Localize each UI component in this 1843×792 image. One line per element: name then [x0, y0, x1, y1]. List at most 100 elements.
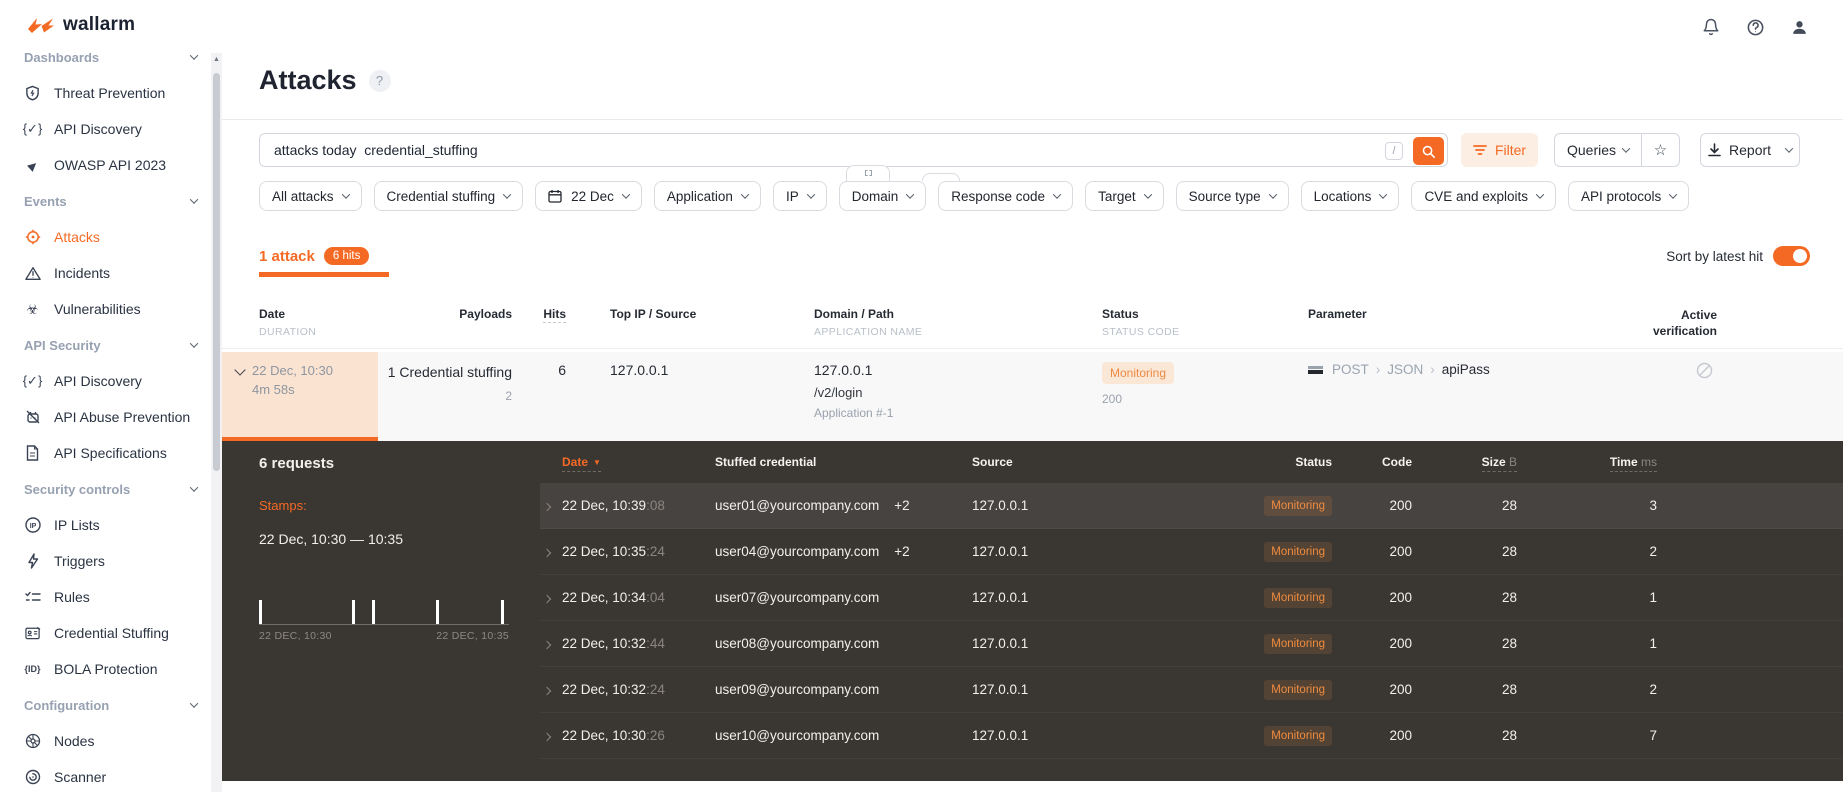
attacks-count-tab[interactable]: 1 attack 6 hits — [259, 247, 370, 265]
report-button[interactable]: Report — [1700, 133, 1801, 167]
queries-button[interactable]: Queries — [1555, 134, 1641, 166]
filter-chip-cve-and-exploits[interactable]: CVE and exploits — [1411, 181, 1556, 211]
sidebar-item-api-specifications[interactable]: API Specifications — [0, 435, 211, 471]
sidebar-item-threat-prevention[interactable]: Threat Prevention — [0, 75, 211, 111]
monitoring-status-badge: Monitoring — [1264, 495, 1332, 516]
sidebar-item-nodes[interactable]: Nodes — [0, 723, 211, 759]
page-help-icon[interactable]: ? — [368, 69, 391, 92]
chevron-down-icon — [1784, 144, 1794, 153]
sidebar-item-api-discovery[interactable]: {✓} API Discovery — [0, 111, 211, 147]
request-source: 127.0.0.1 — [972, 498, 1029, 513]
attack-status-code: 200 — [1102, 392, 1123, 406]
attack-row[interactable]: 22 Dec, 10:30 4m 58s 1 Credential stuffi… — [222, 352, 1843, 441]
request-row[interactable]: 22 Dec, 10:39:08 user01@yourcompany.com +… — [540, 483, 1843, 529]
filter-chip-response-code[interactable]: Response code — [938, 181, 1074, 211]
sidebar-item-incidents[interactable]: Incidents — [0, 255, 211, 291]
header-divider — [222, 119, 1843, 120]
attack-duration: 4m 58s — [252, 381, 295, 397]
request-row[interactable]: 22 Dec, 10:35:24 user04@yourcompany.com +… — [540, 529, 1843, 575]
sidebar-item-attacks[interactable]: Attacks — [0, 219, 211, 255]
request-row[interactable]: 22 Dec, 10:30:26 user10@yourcompany.com … — [540, 713, 1843, 759]
sidebar-item-bola-protection[interactable]: {ID} BOLA Protection — [0, 651, 211, 687]
col-hits[interactable]: Hits — [543, 307, 566, 323]
filter-chip-domain[interactable]: Domain — [838, 181, 927, 211]
expand-chevron-icon[interactable] — [542, 594, 552, 604]
stamps-label[interactable]: Stamps: — [259, 498, 540, 513]
user-account-icon[interactable] — [1785, 13, 1813, 41]
response-size: 28 — [1501, 728, 1517, 743]
scrollbar-up-arrow[interactable]: ▲ — [213, 56, 220, 63]
expand-chevron-icon[interactable] — [542, 502, 552, 512]
filter-chip-application[interactable]: Application — [653, 181, 761, 211]
col-date: Date — [259, 307, 286, 321]
chevron-down-icon — [740, 190, 750, 199]
request-row[interactable]: 22 Dec, 10:32:44 user08@yourcompany.com … — [540, 621, 1843, 667]
sidebar-item-scanner[interactable]: Scanner — [0, 759, 211, 792]
col-time[interactable]: Time ms — [1609, 455, 1657, 472]
sidebar-item-ip-lists[interactable]: IP IP Lists — [0, 507, 211, 543]
sidebar-section-configuration[interactable]: Configuration — [0, 687, 211, 723]
response-size: 28 — [1501, 590, 1517, 605]
expand-chevron-icon[interactable] — [542, 686, 552, 696]
sidebar-item-api-discovery-2[interactable]: {✓} API Discovery — [0, 363, 211, 399]
notifications-bell-icon[interactable] — [1697, 13, 1725, 41]
response-size: 28 — [1501, 682, 1517, 697]
sidebar-item-triggers[interactable]: Triggers — [0, 543, 211, 579]
filter-chip-source-type[interactable]: Source type — [1175, 181, 1289, 211]
collapse-chevron-icon[interactable] — [234, 364, 246, 376]
scrollbar-thumb[interactable] — [213, 73, 220, 471]
attack-date-cell[interactable]: 22 Dec, 10:30 4m 58s — [222, 352, 378, 441]
response-code: 200 — [1389, 544, 1412, 559]
stuffed-credential: user04@yourcompany.com — [715, 544, 880, 559]
sidebar-section-security-controls[interactable]: Security controls — [0, 471, 211, 507]
filter-chip-target[interactable]: Target — [1085, 181, 1164, 211]
help-icon[interactable] — [1741, 13, 1769, 41]
favorite-star-icon[interactable]: ☆ — [1641, 134, 1679, 166]
attack-application: Application #-1 — [814, 406, 894, 420]
wallarm-logo[interactable]: wallarm — [27, 14, 135, 36]
col-duration: DURATION — [259, 326, 317, 338]
bot-blocked-icon — [24, 409, 41, 425]
sidebar-item-owasp-api-2023[interactable]: ▶ OWASP API 2023 — [0, 147, 211, 183]
brand-name: wallarm — [63, 14, 136, 35]
sidebar-item-credential-stuffing[interactable]: Credential Stuffing — [0, 615, 211, 651]
filter-chip-api-protocols[interactable]: API protocols — [1568, 181, 1690, 211]
response-code: 200 — [1389, 682, 1412, 697]
sidebar-section-events[interactable]: Events — [0, 183, 211, 219]
sidebar-section-api-security[interactable]: API Security — [0, 327, 211, 363]
monitoring-status-badge: Monitoring — [1264, 725, 1332, 746]
stuffed-credential: user01@yourcompany.com — [715, 498, 880, 513]
search-button[interactable] — [1413, 137, 1444, 165]
col-status-code: STATUS CODE — [1102, 326, 1180, 338]
sidebar: Dashboards Threat Prevention {✓} API Dis… — [0, 53, 211, 792]
stamps-histogram — [259, 599, 509, 625]
active-tab-indicator — [259, 272, 389, 277]
sidebar-item-api-abuse-prevention[interactable]: API Abuse Prevention — [0, 399, 211, 435]
col-source: Source — [972, 455, 1013, 469]
filter-chip-ip[interactable]: IP — [772, 181, 827, 211]
col-request-date[interactable]: Date ▼ — [562, 455, 601, 472]
monitoring-status-badge: Monitoring — [1102, 362, 1175, 384]
expand-chevron-icon[interactable] — [542, 732, 552, 742]
sidebar-item-vulnerabilities[interactable]: ☣ Vulnerabilities — [0, 291, 211, 327]
chevron-down-icon — [189, 699, 199, 708]
filter-chip-attack-type[interactable]: Credential stuffing — [373, 181, 524, 211]
sidebar-item-rules[interactable]: Rules — [0, 579, 211, 615]
expand-chevron-icon[interactable] — [542, 640, 552, 650]
expand-chevron-icon[interactable] — [542, 548, 552, 558]
filter-chip-date[interactable]: 22 Dec — [535, 181, 642, 211]
filter-chip-all-attacks[interactable]: All attacks — [259, 181, 362, 211]
filter-chip-locations[interactable]: Locations — [1300, 181, 1400, 211]
chevron-down-icon — [189, 195, 199, 204]
col-code: Code — [1382, 455, 1412, 469]
requests-table-header: Date ▼ Stuffed credential Source Status C… — [540, 441, 1843, 483]
sidebar-section-dashboards[interactable]: Dashboards — [0, 53, 211, 75]
chevron-down-icon — [1379, 190, 1388, 199]
histogram-start-label: 22 DEC, 10:30 — [259, 630, 332, 642]
sort-toggle[interactable] — [1773, 246, 1810, 266]
request-row[interactable]: 22 Dec, 10:32:24 user09@yourcompany.com … — [540, 667, 1843, 713]
filter-button[interactable]: Filter — [1461, 133, 1538, 167]
search-input[interactable] — [260, 134, 1447, 166]
col-size[interactable]: Size B — [1481, 455, 1517, 472]
request-row[interactable]: 22 Dec, 10:34:04 user07@yourcompany.com … — [540, 575, 1843, 621]
